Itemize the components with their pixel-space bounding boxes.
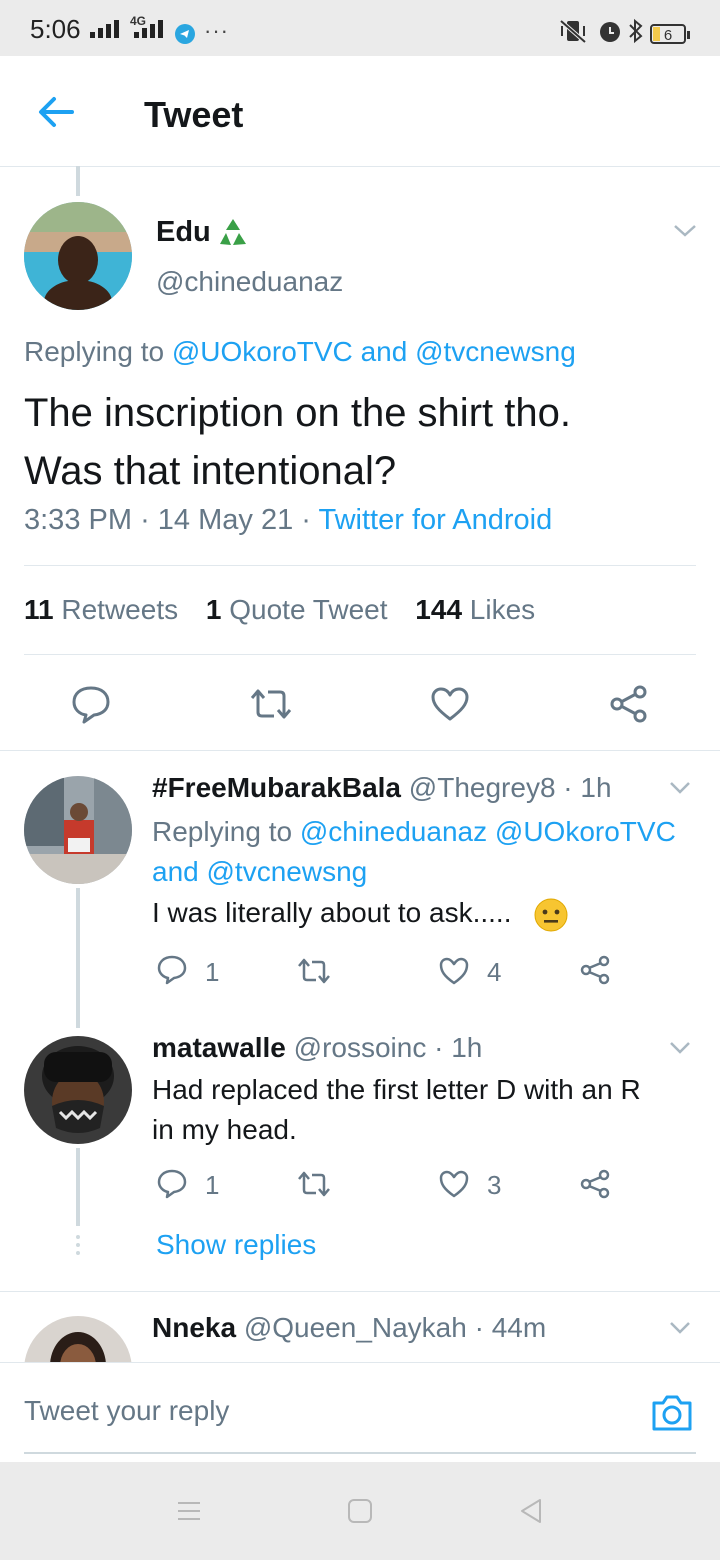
reply-header: matawalle @rossoinc · 1h [152,1032,483,1063]
camera-icon[interactable] [650,1393,694,1433]
tweet-stats: 11 Retweets 1 Quote Tweet 144 Likes [24,594,535,626]
mention-link[interactable]: @tvcnewsng [207,856,368,887]
author-name[interactable]: Edu [156,216,211,249]
reply-text: I was literally about to ask..... [152,897,512,928]
telegram-icon [175,24,195,44]
like-heart-icon[interactable] [438,1169,470,1199]
header: Tweet [0,56,720,167]
divider [24,1452,696,1454]
retweet-icon[interactable] [248,686,294,722]
battery-icon: 6 [650,24,690,44]
thread-line [76,166,80,196]
chevron-down-icon[interactable] [672,222,698,240]
reply-icon[interactable] [156,1168,188,1200]
signal-icon [90,20,119,38]
reply-icon[interactable] [70,684,112,724]
like-heart-icon[interactable] [438,956,470,986]
back-arrow-icon[interactable] [36,94,76,130]
like-heart-icon[interactable] [430,686,470,722]
battery-level: 6 [663,27,673,44]
recycling-icon [220,219,246,245]
page-title: Tweet [144,94,244,135]
system-nav-bar [0,1462,720,1560]
avatar[interactable] [24,776,132,884]
mention-link[interactable]: @UOkoroTVC [495,816,676,847]
tweet-date: 14 May 21 [157,504,294,536]
divider [24,565,696,566]
neutral-face-emoji-icon [534,898,568,932]
reply-header: #FreeMubarakBala @Thegrey8 · 1h [152,772,612,803]
reply-time: 1h [451,1032,483,1063]
share-icon[interactable] [578,1168,612,1200]
menu-icon[interactable] [176,1498,202,1524]
share-icon[interactable] [578,954,612,986]
reply-header: Nneka @Queen_Naykah · 44m [152,1312,547,1343]
back-icon[interactable] [518,1497,544,1525]
replying-to: Replying to @chineduanaz @UOkoroTVC and … [152,816,676,887]
tweet-time: 3:33 PM [24,504,132,536]
reply-author-handle[interactable]: @rossoinc [294,1032,427,1063]
reply-time: 1h [580,772,612,803]
thread-line [76,888,80,1028]
avatar[interactable] [24,1036,132,1144]
reply-author-handle[interactable]: @Thegrey8 [409,772,556,803]
more-notifications-icon: ··· [204,18,229,43]
status-bar: 5:06 4G ··· 6 [0,0,720,56]
thread-line [76,1148,80,1226]
home-icon[interactable] [347,1498,373,1524]
share-icon[interactable] [608,684,650,724]
bluetooth-icon [629,18,643,44]
mention-link[interactable]: @tvcnewsng [415,336,576,367]
replying-to: Replying to @UOkoroTVC and @tvcnewsng [24,336,576,367]
reply-count: 1 [205,957,220,987]
retweets-stat[interactable]: 11 Retweets [24,594,178,625]
reply-time: 44m [491,1312,547,1343]
reply-text: Had replaced the first letter D with an … [152,1074,641,1145]
reply-author-name[interactable]: Nneka [152,1312,236,1343]
like-count: 3 [487,1170,502,1200]
reply-icon[interactable] [156,954,188,986]
show-replies-link[interactable]: Show replies [156,1229,316,1261]
reply-author-name[interactable]: #FreeMubarakBala [152,772,401,803]
alarm-icon [600,22,620,42]
divider [0,1291,720,1292]
quote-stat[interactable]: 1 Quote Tweet [206,594,388,625]
retweet-icon[interactable] [296,956,332,986]
author-handle[interactable]: @chineduanaz [156,266,343,298]
divider [24,654,696,655]
divider [0,750,720,751]
tweet-source-link[interactable]: Twitter for Android [319,504,553,536]
like-count: 4 [487,957,502,987]
vibrate-off-icon [559,19,587,44]
reply-count: 1 [205,1170,220,1200]
retweet-icon[interactable] [296,1169,332,1199]
reply-input[interactable]: Tweet your reply [24,1395,229,1427]
chevron-down-icon[interactable] [668,1040,692,1056]
chevron-down-icon[interactable] [668,780,692,796]
reply-author-name[interactable]: matawalle [152,1032,286,1063]
status-time: 5:06 [30,14,81,44]
reply-author-handle[interactable]: @Queen_Naykah [244,1312,467,1343]
more-replies-dots [72,1233,84,1259]
avatar[interactable] [24,202,132,310]
tweet-meta: 3:33 PM · 14 May 21 · Twitter for Androi… [24,504,553,536]
signal-icon-2 [134,20,163,38]
chevron-down-icon[interactable] [668,1320,692,1336]
reply-composer: Tweet your reply [0,1362,720,1463]
likes-stat[interactable]: 144 Likes [415,594,535,625]
mention-link[interactable]: @chineduanaz [300,816,487,847]
tweet-text: The inscription on the shirt tho. Was th… [24,391,571,493]
mention-link[interactable]: @UOkoroTVC [172,336,353,367]
